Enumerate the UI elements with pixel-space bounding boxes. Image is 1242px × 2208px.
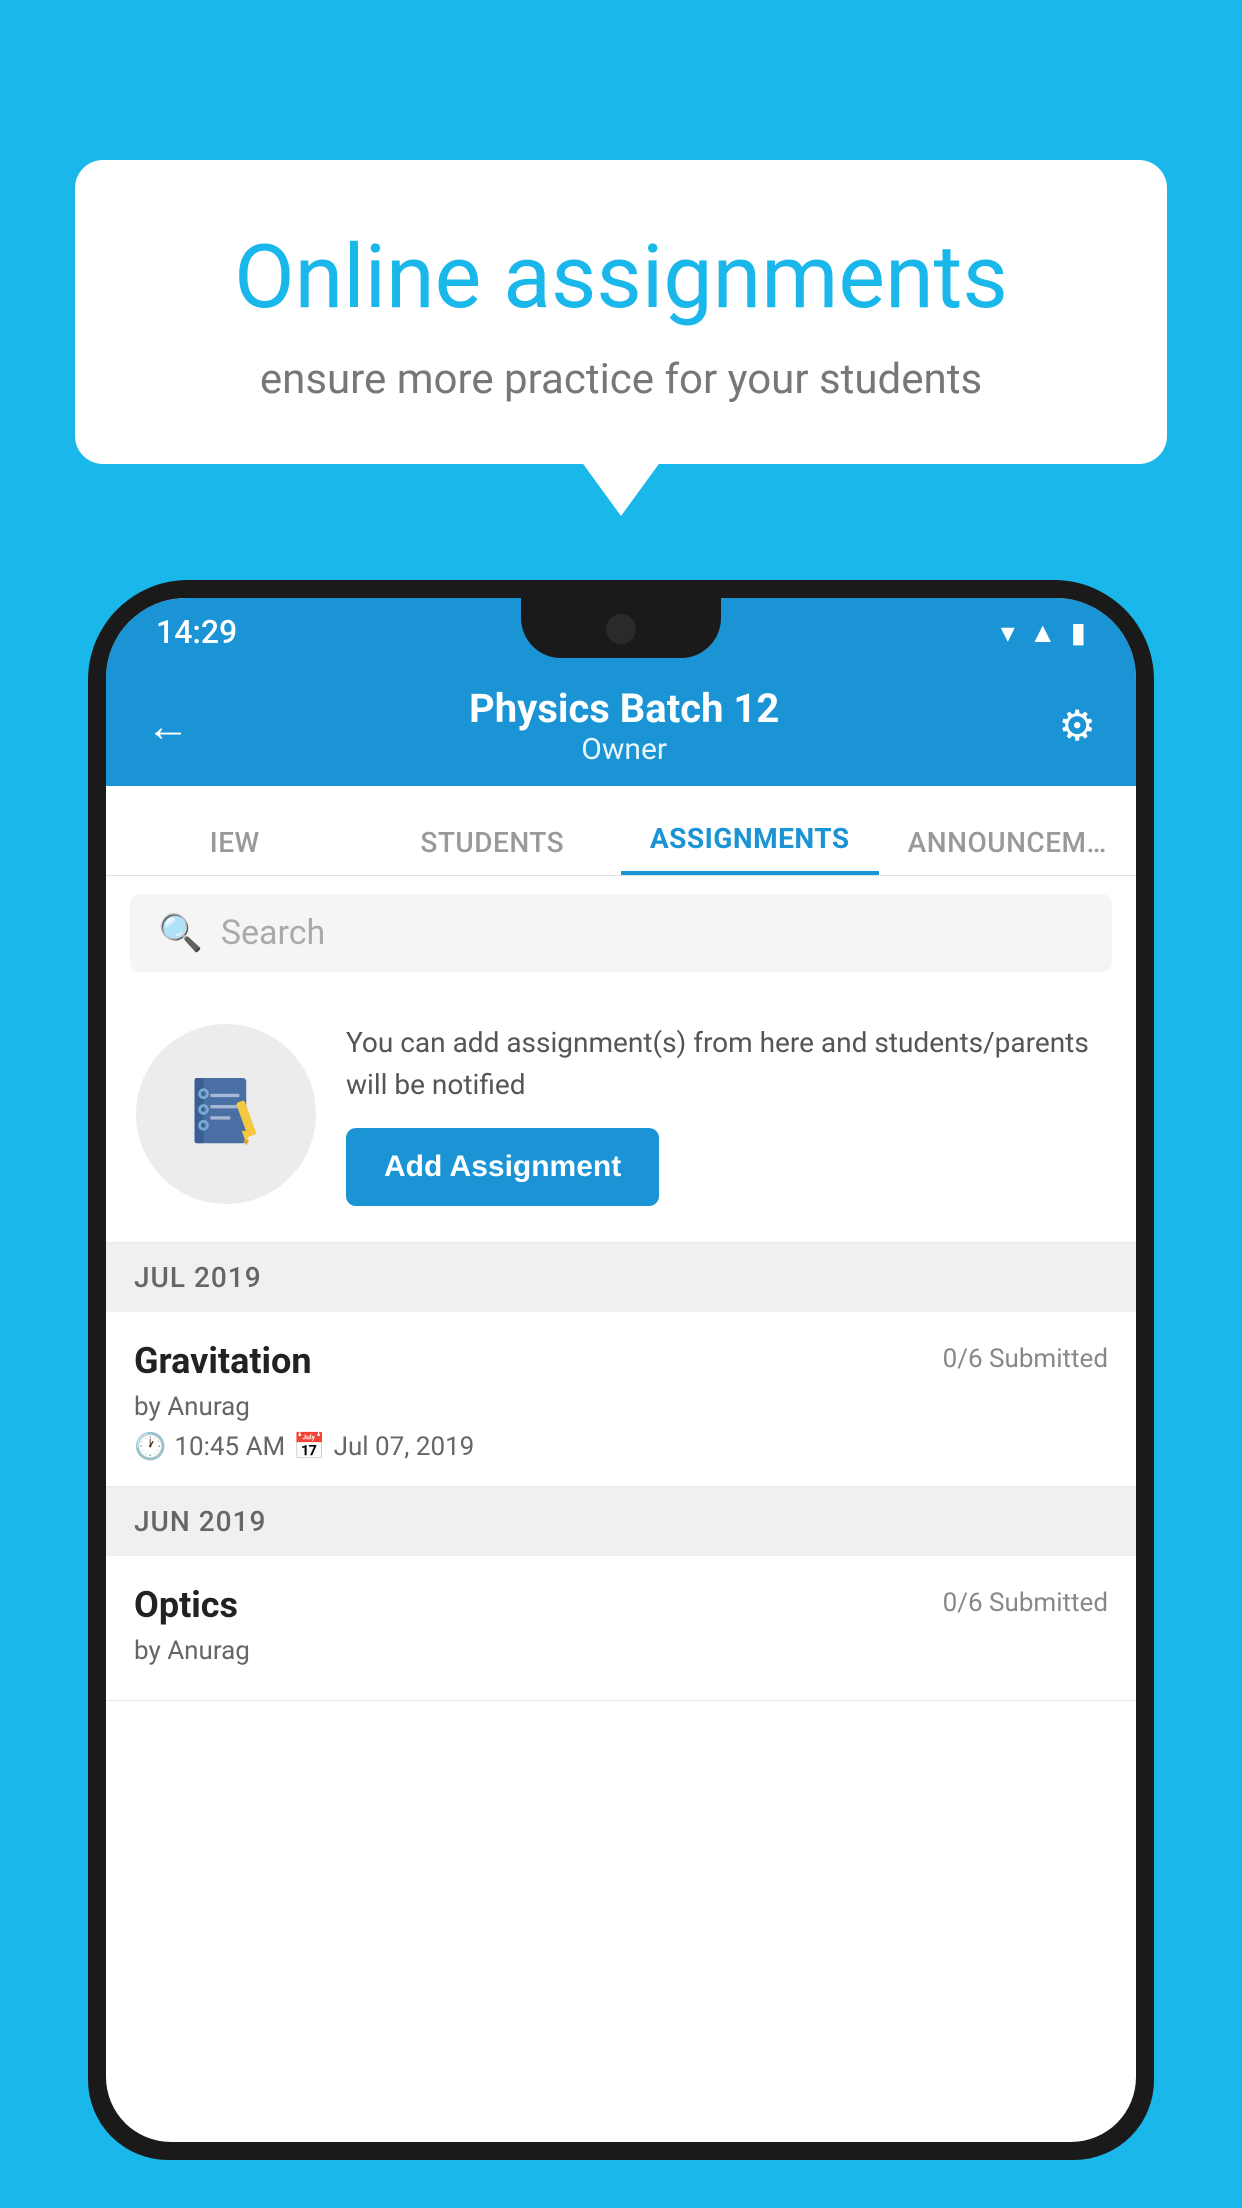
- section-jun-2019: JUN 2019: [106, 1487, 1136, 1556]
- clock-icon: 🕐: [134, 1432, 166, 1462]
- assignment-time-gravitation: 10:45 AM: [174, 1432, 285, 1462]
- search-placeholder: Search: [221, 913, 325, 953]
- phone-frame: 14:29 ▾ ▲ ▮ ← Physics Batch 12 Owner ⚙ I…: [88, 580, 1154, 2208]
- app-header: ← Physics Batch 12 Owner ⚙: [106, 666, 1136, 786]
- add-assignment-button[interactable]: Add Assignment: [346, 1128, 659, 1206]
- notebook-svg-icon: [181, 1069, 271, 1159]
- assignment-author-optics: by Anurag: [134, 1636, 1108, 1666]
- bubble-subtitle: ensure more practice for your students: [155, 355, 1087, 404]
- assignment-item-gravitation[interactable]: Gravitation 0/6 Submitted by Anurag 🕐 10…: [106, 1312, 1136, 1487]
- assignment-top-row-optics: Optics 0/6 Submitted: [134, 1584, 1108, 1626]
- tab-iew[interactable]: IEW: [106, 826, 364, 875]
- phone-camera: [606, 614, 636, 644]
- calendar-icon: 📅: [293, 1432, 325, 1462]
- phone-notch: [521, 598, 721, 658]
- header-center: Physics Batch 12 Owner: [469, 685, 779, 767]
- assignment-top-row: Gravitation 0/6 Submitted: [134, 1340, 1108, 1382]
- header-title: Physics Batch 12: [469, 685, 779, 732]
- speech-bubble: Online assignments ensure more practice …: [75, 160, 1167, 464]
- tab-bar: IEW STUDENTS ASSIGNMENTS ANNOUNCEM…: [106, 786, 1136, 876]
- phone-outer: 14:29 ▾ ▲ ▮ ← Physics Batch 12 Owner ⚙ I…: [88, 580, 1154, 2160]
- assignment-item-optics[interactable]: Optics 0/6 Submitted by Anurag: [106, 1556, 1136, 1701]
- search-container: 🔍 Search: [106, 876, 1136, 990]
- search-icon: 🔍: [158, 912, 203, 954]
- status-time: 14:29: [156, 613, 237, 651]
- tab-announcements[interactable]: ANNOUNCEM…: [879, 826, 1137, 875]
- promo-content: You can add assignment(s) from here and …: [346, 1022, 1106, 1206]
- speech-bubble-container: Online assignments ensure more practice …: [75, 160, 1167, 464]
- assignment-submitted-optics: 0/6 Submitted: [943, 1588, 1108, 1618]
- bubble-title: Online assignments: [155, 230, 1087, 327]
- assignment-date-gravitation: Jul 07, 2019: [334, 1432, 475, 1462]
- section-jul-2019: JUL 2019: [106, 1243, 1136, 1312]
- assignment-meta-gravitation: 🕐 10:45 AM 📅 Jul 07, 2019: [134, 1432, 1108, 1462]
- assignment-author-gravitation: by Anurag: [134, 1392, 1108, 1422]
- battery-icon: ▮: [1071, 616, 1086, 649]
- header-subtitle: Owner: [469, 732, 779, 767]
- settings-icon[interactable]: ⚙: [1058, 701, 1096, 751]
- assignment-submitted-gravitation: 0/6 Submitted: [943, 1344, 1108, 1374]
- assignment-name-gravitation: Gravitation: [134, 1340, 312, 1382]
- back-button[interactable]: ←: [146, 700, 190, 752]
- status-icons: ▾ ▲ ▮: [1001, 616, 1086, 649]
- search-bar[interactable]: 🔍 Search: [130, 894, 1112, 972]
- signal-icon: ▲: [1029, 616, 1057, 649]
- phone-screen: 14:29 ▾ ▲ ▮ ← Physics Batch 12 Owner ⚙ I…: [106, 598, 1136, 2142]
- tab-assignments[interactable]: ASSIGNMENTS: [621, 822, 879, 875]
- assignment-name-optics: Optics: [134, 1584, 238, 1626]
- promo-section: You can add assignment(s) from here and …: [106, 990, 1136, 1243]
- tab-students[interactable]: STUDENTS: [364, 826, 622, 875]
- promo-icon-circle: [136, 1024, 316, 1204]
- wifi-icon: ▾: [1001, 616, 1015, 649]
- promo-description: You can add assignment(s) from here and …: [346, 1022, 1106, 1106]
